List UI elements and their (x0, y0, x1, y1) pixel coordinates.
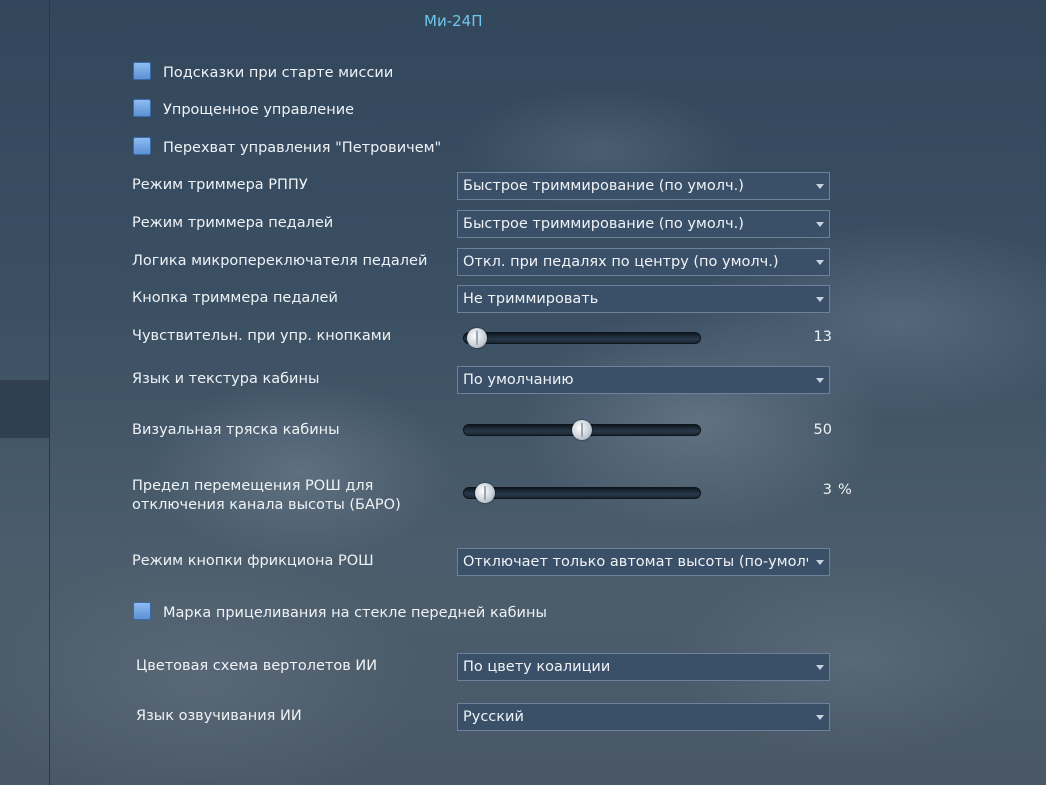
cockpit-shake-value: 50 (813, 422, 832, 438)
chevron-down-icon (816, 665, 824, 670)
aiming-mark-checkbox[interactable] (133, 602, 151, 620)
aiming-mark-label: Марка прицеливания на стекле передней ка… (163, 605, 547, 621)
pedal-trimmer-button-value: Не триммировать (463, 291, 599, 307)
mission-start-hints-label: Подсказки при старте миссии (163, 65, 394, 81)
rosh-limit-label-line2: отключения канала высоты (БАРО) (132, 497, 401, 513)
chevron-down-icon (816, 222, 824, 227)
chevron-down-icon (816, 560, 824, 565)
trimmer-pedals-value: Быстрое триммирование (по умолч.) (463, 216, 744, 232)
trimmer-rppu-value: Быстрое триммирование (по умолч.) (463, 178, 744, 194)
friction-button-value: Отключает только автомат высоты (по-умол… (463, 554, 808, 570)
chevron-down-icon (816, 297, 824, 302)
rosh-limit-value: 3 (822, 482, 832, 498)
simplified-controls-checkbox[interactable] (133, 99, 151, 117)
microswitch-logic-label: Логика микропереключателя педалей (132, 253, 428, 269)
trimmer-pedals-select[interactable]: Быстрое триммирование (по умолч.) (457, 210, 830, 238)
slider-handle[interactable] (466, 328, 487, 348)
button-sensitivity-label: Чувствительн. при упр. кнопками (132, 328, 392, 344)
petrovich-takeover-label: Перехват управления "Петровичем" (163, 140, 442, 156)
chevron-down-icon (816, 378, 824, 383)
ai-color-scheme-select[interactable]: По цвету коалиции (457, 653, 830, 681)
button-sensitivity-slider[interactable] (463, 328, 701, 348)
trimmer-rppu-label: Режим триммера РППУ (132, 177, 308, 193)
pedal-trimmer-button-select[interactable]: Не триммировать (457, 285, 830, 313)
cockpit-language-label: Язык и текстура кабины (132, 371, 320, 387)
page-title: Ми-24П (424, 12, 483, 30)
rosh-limit-unit: % (838, 482, 852, 498)
ai-color-scheme-label: Цветовая схема вертолетов ИИ (136, 658, 378, 674)
ai-voice-language-select[interactable]: Русский (457, 703, 830, 731)
microswitch-logic-value: Откл. при педалях по центру (по умолч.) (463, 254, 779, 270)
slider-handle[interactable] (572, 420, 592, 440)
pedal-trimmer-button-label: Кнопка триммера педалей (132, 290, 338, 306)
rosh-limit-label-line1: Предел перемещения РОШ для (132, 478, 374, 494)
chevron-down-icon (816, 715, 824, 720)
ai-voice-language-label: Язык озвучивания ИИ (136, 708, 302, 724)
ai-voice-language-value: Русский (463, 709, 524, 725)
rosh-limit-slider[interactable] (463, 483, 701, 503)
cockpit-language-value: По умолчанию (463, 372, 574, 388)
trimmer-pedals-label: Режим триммера педалей (132, 215, 334, 231)
friction-button-label: Режим кнопки фрикциона РОШ (132, 553, 374, 569)
petrovich-takeover-checkbox[interactable] (133, 137, 151, 155)
button-sensitivity-value: 13 (813, 329, 832, 345)
left-sidebar-tab[interactable] (0, 380, 49, 438)
chevron-down-icon (816, 260, 824, 265)
friction-button-select[interactable]: Отключает только автомат высоты (по-умол… (457, 548, 830, 576)
simplified-controls-label: Упрощенное управление (163, 102, 355, 118)
slider-handle[interactable] (475, 483, 496, 503)
cockpit-language-select[interactable]: По умолчанию (457, 366, 830, 394)
cockpit-shake-label: Визуальная тряска кабины (132, 422, 340, 438)
ai-color-scheme-value: По цвету коалиции (463, 659, 611, 675)
mission-start-hints-checkbox[interactable] (133, 62, 151, 80)
cockpit-shake-slider[interactable] (463, 420, 701, 440)
microswitch-logic-select[interactable]: Откл. при педалях по центру (по умолч.) (457, 248, 830, 276)
trimmer-rppu-select[interactable]: Быстрое триммирование (по умолч.) (457, 172, 830, 200)
chevron-down-icon (816, 184, 824, 189)
